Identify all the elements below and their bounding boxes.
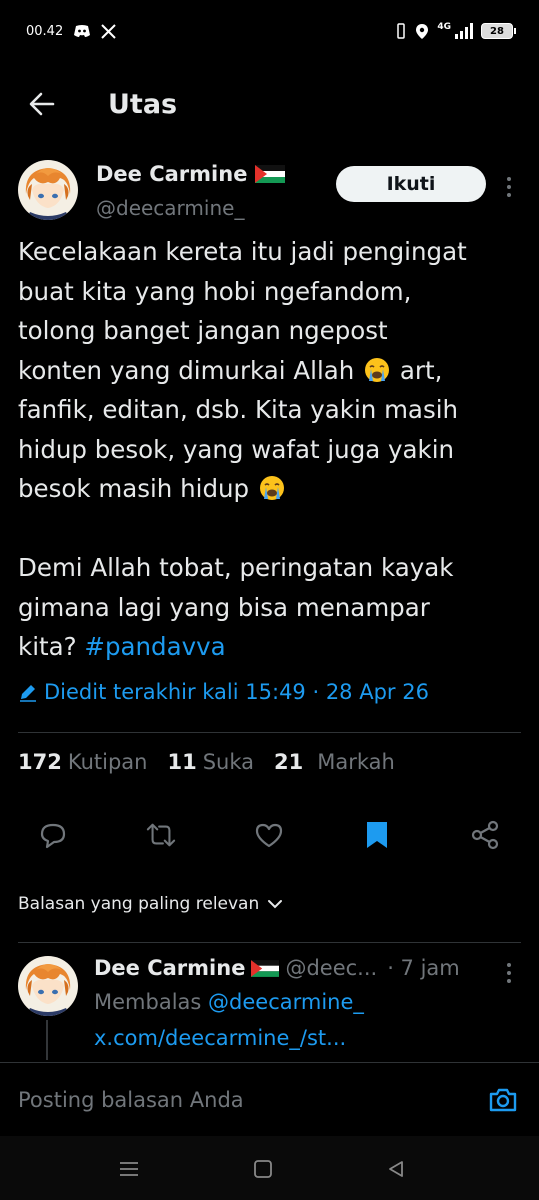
chevron-down-icon: [268, 900, 283, 909]
bookmarks-label[interactable]: Markah: [317, 750, 395, 774]
loudly-crying-face-icon: [365, 357, 390, 382]
tweet-line-segment: besok masih hidup: [18, 474, 250, 503]
reply-author-avatar[interactable]: [18, 956, 78, 1016]
reply-timestamp: · 7 jam: [387, 956, 460, 980]
more-vertical-icon[interactable]: [504, 962, 514, 984]
home-square-icon: [254, 1160, 272, 1178]
likes-count[interactable]: 11: [167, 750, 196, 774]
avatar-image: [18, 956, 78, 1016]
author-handle[interactable]: @deecarmine_: [96, 196, 244, 220]
battery-icon: 28: [481, 23, 516, 39]
sort-label: Balasan yang paling relevan: [18, 894, 260, 914]
tweet-line-with-emoji: besok masih hidup: [18, 469, 524, 509]
camera-button[interactable]: [486, 1083, 520, 1117]
system-back-button[interactable]: [383, 1156, 409, 1182]
location-icon: [416, 23, 429, 39]
tweet-line-with-emoji: konten yang dimurkai Allah art,: [18, 351, 524, 391]
status-bar: 00.42 4G 28: [0, 0, 539, 62]
likes-label[interactable]: Suka: [203, 750, 254, 774]
replying-prefix: Membalas: [94, 990, 202, 1014]
vibrate-icon: [397, 23, 406, 39]
avatar-image: [18, 160, 78, 220]
quotes-count[interactable]: 172: [18, 750, 62, 774]
tweet-line: buat kita yang hobi ngefandom,: [18, 276, 412, 306]
arrow-left-icon: [29, 92, 55, 116]
more-vertical-icon[interactable]: [504, 176, 514, 198]
reply-input[interactable]: [18, 1083, 458, 1117]
tweet-stats: 172 Kutipan 11 Suka 21 Markah: [18, 750, 415, 774]
back-button[interactable]: [22, 84, 62, 124]
bookmarks-count[interactable]: 21: [274, 750, 303, 774]
recent-apps-button[interactable]: [116, 1156, 142, 1182]
discord-icon: [74, 25, 91, 37]
author-avatar[interactable]: [18, 160, 78, 220]
replying-to: Membalas @deecarmine_: [94, 990, 364, 1014]
tweet-line: hidup besok, yang wafat juga yakin: [18, 434, 455, 464]
reply-author-handle[interactable]: @deec...: [285, 956, 377, 980]
like-button[interactable]: [254, 820, 284, 850]
bookmark-filled-icon: [367, 822, 387, 848]
tweet-line: tolong banget jangan ngepost: [18, 316, 388, 345]
pencil-icon: [20, 685, 36, 702]
triangle-back-icon: [389, 1161, 403, 1177]
divider: [18, 942, 521, 943]
tweet-line: fanfik, editan, dsb. Kita yakin masih: [18, 395, 459, 424]
replying-to-mention[interactable]: @deecarmine_: [208, 990, 364, 1014]
tweet-line-segment: konten yang dimurkai Allah: [18, 355, 355, 385]
comment-icon: [40, 823, 66, 849]
tweet-text: Kecelakaan kereta itu jadi pengingat bua…: [18, 232, 524, 667]
reply-composer: [0, 1062, 539, 1136]
follow-button[interactable]: Ikuti: [336, 166, 486, 202]
x-logo-icon: [101, 23, 116, 39]
tweet-line-segment: art,: [399, 355, 443, 385]
signal-icon: [455, 23, 473, 39]
retweet-button[interactable]: [146, 820, 176, 850]
system-nav-bar: [0, 1136, 539, 1200]
tweet-line: Kecelakaan kereta itu jadi pengingat: [18, 237, 467, 266]
hashtag-link[interactable]: #pandavva: [84, 632, 225, 661]
camera-icon: [489, 1088, 517, 1112]
reply-link[interactable]: x.com/deecarmine_/st...: [94, 1026, 346, 1050]
status-time: 00.42: [26, 23, 64, 39]
divider: [18, 732, 521, 733]
edited-info[interactable]: Diedit terakhir kali 15:49 · 28 Apr 26: [18, 680, 429, 704]
edited-text: Diedit terakhir kali 15:49 · 28 Apr 26: [44, 680, 429, 704]
share-button[interactable]: [470, 820, 500, 850]
reply-author-name[interactable]: Dee Carmine: [94, 956, 245, 980]
tweet-actions: [0, 812, 539, 858]
reply-button[interactable]: [38, 820, 68, 850]
tweet-line: Demi Allah tobat, peringatan kayak: [18, 553, 454, 582]
network-type: 4G: [437, 22, 451, 32]
home-button[interactable]: [250, 1156, 276, 1182]
reply-tweet[interactable]: Dee Carmine @deec... · 7 jam Membalas @d…: [18, 954, 521, 1064]
retweet-icon: [146, 823, 176, 847]
palestine-flag-icon: [251, 959, 280, 977]
bookmark-button[interactable]: [362, 820, 392, 850]
menu-icon: [120, 1162, 138, 1176]
tweet-line-segment: kita?: [18, 632, 77, 661]
top-bar: Utas: [0, 72, 539, 136]
battery-level: 28: [490, 25, 504, 37]
palestine-flag-icon: [255, 165, 286, 183]
quotes-label[interactable]: Kutipan: [68, 750, 148, 774]
tweet-header: Dee Carmine @deecarmine_ Ikuti: [18, 160, 521, 224]
tweet-line-with-hashtag: kita? #pandavva: [18, 627, 524, 667]
page-title: Utas: [108, 88, 178, 120]
author-name[interactable]: Dee Carmine: [96, 162, 247, 186]
tweet-line: gimana lagi yang bisa menampar: [18, 592, 430, 622]
reply-sort-dropdown[interactable]: Balasan yang paling relevan: [18, 894, 283, 914]
share-icon: [471, 820, 499, 850]
thread-line: [46, 1020, 48, 1060]
loudly-crying-face-icon: [259, 476, 284, 500]
heart-icon: [255, 823, 283, 848]
